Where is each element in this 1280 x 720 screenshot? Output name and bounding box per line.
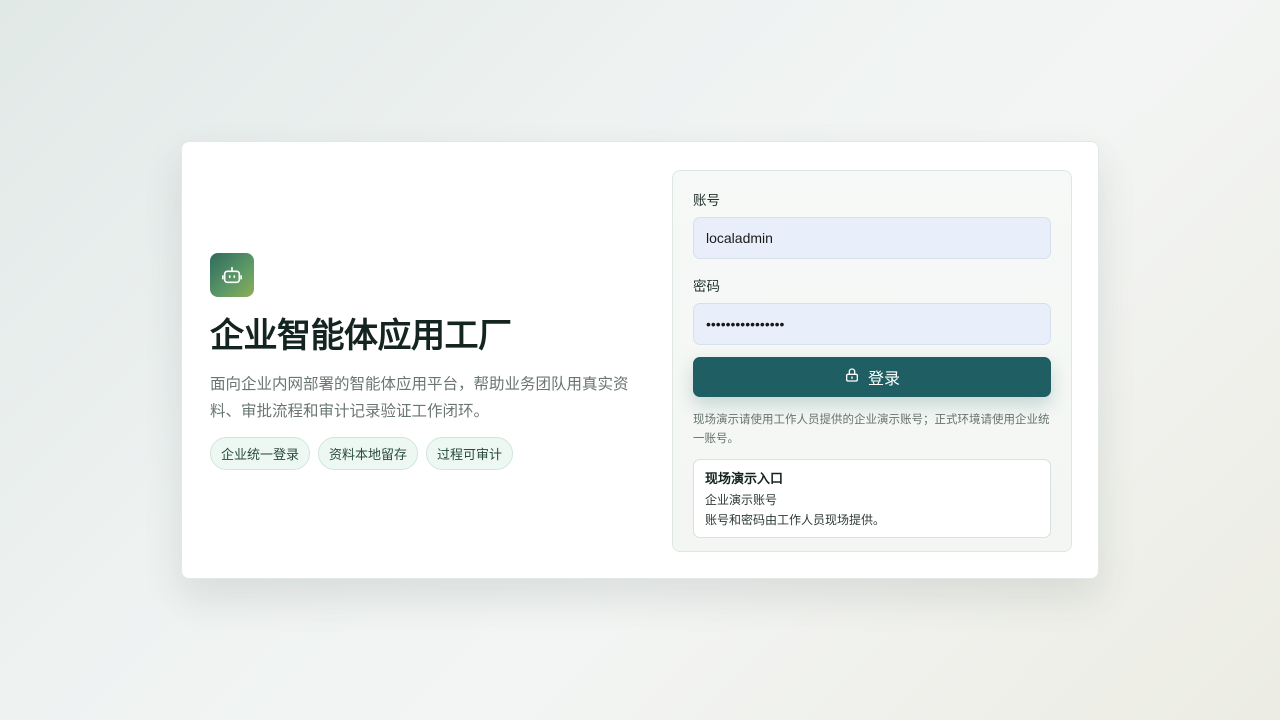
- demo-entry-instructions: 账号和密码由工作人员现场提供。: [705, 513, 886, 527]
- lock-icon: [844, 367, 860, 387]
- login-button[interactable]: 登录: [693, 357, 1051, 397]
- brand-section: 企业智能体应用工厂 面向企业内网部署的智能体应用平台，帮助业务团队用真实资料、审…: [210, 253, 650, 470]
- page-description: 面向企业内网部署的智能体应用平台，帮助业务团队用真实资料、审批流程和审计记录验证…: [210, 375, 629, 420]
- password-label: 密码: [693, 279, 720, 295]
- login-note: 现场演示请使用工作人员提供的企业演示账号；正式环境请使用企业统一账号。: [693, 412, 1050, 445]
- account-label: 账号: [693, 193, 720, 209]
- page-title: 企业智能体应用工厂: [210, 316, 512, 356]
- demo-entry-title: 现场演示入口: [705, 472, 784, 487]
- login-form: 账号 密码 登录 现场演示请使用工作人员提供的企业演示账号；正式环境请使用企业统…: [672, 170, 1072, 552]
- robot-icon: [210, 253, 254, 297]
- demo-entry-account: 企业演示账号: [705, 493, 778, 507]
- feature-tag: 过程可审计: [426, 437, 514, 470]
- demo-entry-box: 现场演示入口 企业演示账号 账号和密码由工作人员现场提供。: [693, 459, 1051, 538]
- feature-tag: 企业统一登录: [210, 437, 311, 470]
- password-input[interactable]: [693, 303, 1051, 345]
- feature-tag: 资料本地留存: [318, 437, 419, 470]
- login-button-label: 登录: [867, 369, 900, 388]
- account-input[interactable]: [693, 217, 1051, 259]
- login-card: 企业智能体应用工厂 面向企业内网部署的智能体应用平台，帮助业务团队用真实资料、审…: [181, 141, 1099, 579]
- feature-tags: 企业统一登录 资料本地留存 过程可审计: [210, 437, 650, 470]
